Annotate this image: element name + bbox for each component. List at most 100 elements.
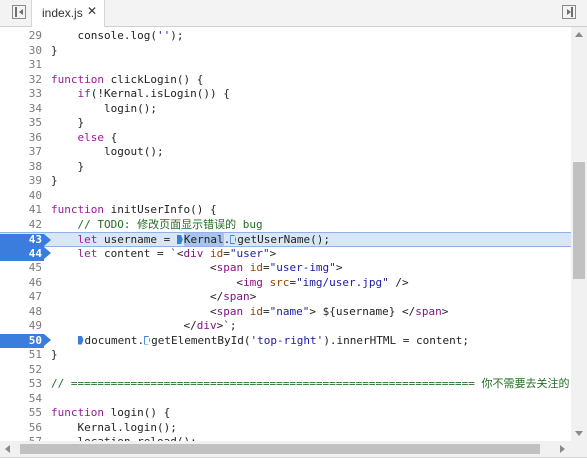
line-gutter[interactable]: 54	[0, 392, 44, 407]
code-text: function initUserInfo() {	[51, 203, 217, 216]
line-gutter[interactable]: 51	[0, 348, 44, 363]
line-gutter[interactable]: 40	[0, 189, 44, 204]
toggle-navigator-icon[interactable]	[12, 5, 26, 19]
scroll-up-arrow-icon[interactable]	[575, 32, 583, 37]
code-text: Kernal.login();	[51, 420, 177, 434]
inline-breakpoint-icon	[77, 335, 84, 345]
line-number: 42	[28, 217, 42, 231]
line-number: 30	[28, 43, 42, 57]
line-gutter[interactable]: 45	[0, 261, 44, 276]
line-gutter[interactable]: 37	[0, 145, 44, 160]
code-line[interactable]: 39}	[0, 174, 571, 189]
code-text: </span>	[51, 290, 257, 303]
line-gutter[interactable]: 48	[0, 305, 44, 320]
code-text: if(!Kernal.isLogin()) {	[77, 87, 230, 100]
line-gutter[interactable]: 53	[0, 377, 44, 392]
line-number: 54	[28, 391, 42, 405]
code-line[interactable]: 55 function login() {	[0, 406, 571, 421]
code-line[interactable]: 51}	[0, 348, 571, 363]
code-text: }	[51, 348, 58, 361]
toggle-debugger-icon[interactable]	[562, 5, 576, 19]
scroll-left-arrow-icon[interactable]	[5, 445, 10, 453]
line-gutter[interactable]: 38	[0, 160, 44, 175]
line-gutter[interactable]: 32	[0, 73, 44, 88]
code-text: function login() {	[51, 406, 171, 419]
code-line[interactable]: 45 <span id="user-img">	[0, 261, 571, 276]
close-icon[interactable]: ✕	[87, 4, 97, 18]
line-number: 56	[28, 420, 42, 434]
code-line[interactable]: 54	[0, 392, 571, 407]
code-line[interactable]: 52	[0, 363, 571, 378]
code-line[interactable]: 47 </span>	[0, 290, 571, 305]
line-gutter[interactable]: 35	[0, 116, 44, 131]
line-gutter[interactable]: 43	[0, 233, 51, 248]
line-gutter[interactable]: 52	[0, 363, 44, 378]
code-line[interactable]: 44 let content = `<div id="user">	[0, 247, 571, 262]
code-line[interactable]: 38 }	[0, 160, 571, 175]
line-number: 51	[28, 348, 42, 361]
code-line[interactable]: 40	[0, 189, 571, 204]
line-number: 49	[28, 319, 42, 332]
tab-index-js[interactable]: index.js ✕	[31, 0, 105, 27]
code-line[interactable]: 50 document. getElementById('top-right').…	[0, 334, 571, 349]
code-line[interactable]: 34 login();	[0, 102, 571, 117]
code-line[interactable]: 56 Kernal.login();	[0, 421, 571, 436]
horizontal-scroll-thumb[interactable]	[20, 444, 540, 454]
code-line[interactable]: 43 let username = Kernal. getUserName();	[0, 232, 571, 247]
code-line[interactable]: 36 else {	[0, 131, 571, 146]
code-text: document. getElementById('top-right').inn…	[51, 334, 469, 349]
line-number: 41	[28, 203, 42, 216]
code-editor[interactable]: 29 console.log(''); 30} 31 32 function click…	[0, 27, 571, 441]
code-line[interactable]: 53 // ===================================…	[0, 377, 571, 392]
code-line[interactable]: 49 </div>`;	[0, 319, 571, 334]
code-text: <img src="img/user.jpg" />	[51, 275, 409, 289]
line-gutter[interactable]: 50	[0, 333, 51, 349]
vertical-scrollbar[interactable]	[571, 27, 587, 441]
line-gutter[interactable]: 49	[0, 319, 44, 334]
vertical-scroll-thumb[interactable]	[573, 162, 585, 279]
code-line[interactable]: 31	[0, 58, 571, 73]
line-gutter[interactable]: 42	[0, 218, 44, 233]
inline-breakpoint-icon	[230, 235, 237, 244]
code-line[interactable]: 33 if(!Kernal.isLogin()) {	[0, 87, 571, 102]
line-gutter[interactable]: 55	[0, 406, 44, 421]
code-line[interactable]: 30}	[0, 44, 571, 59]
line-number: 53	[28, 377, 42, 390]
code-line[interactable]: 29 console.log('');	[0, 29, 571, 44]
line-gutter[interactable]: 41	[0, 203, 44, 218]
line-gutter[interactable]: 31	[0, 58, 44, 73]
line-number: 50	[28, 333, 42, 347]
line-number: 39	[28, 174, 42, 187]
code-text: }	[51, 159, 85, 173]
code-line[interactable]: 32 function clickLogin() {	[0, 73, 571, 88]
scroll-right-arrow-icon[interactable]	[560, 445, 565, 453]
code-line[interactable]: 35 }	[0, 116, 571, 131]
horizontal-scrollbar[interactable]	[0, 441, 587, 457]
code-text: }	[51, 116, 85, 129]
line-gutter[interactable]: 29	[0, 29, 44, 44]
line-gutter[interactable]: 47	[0, 290, 44, 305]
code-text: console.log('');	[51, 29, 184, 42]
line-gutter[interactable]: 33	[0, 87, 44, 102]
line-gutter[interactable]: 44	[0, 246, 51, 262]
inline-breakpoint-icon	[176, 235, 183, 244]
line-gutter[interactable]: 30	[0, 44, 44, 59]
code-line[interactable]: 37 logout();	[0, 145, 571, 160]
line-number: 47	[28, 290, 42, 303]
code-line[interactable]: 42 // TODO: 修改页面显示错误的 bug	[0, 218, 571, 233]
code-line[interactable]: 48 <span id="name"> ${username} </span>	[0, 305, 571, 320]
line-gutter[interactable]: 36	[0, 131, 44, 146]
line-gutter[interactable]: 46	[0, 276, 44, 291]
line-number: 45	[28, 261, 42, 274]
code-line[interactable]: 41 function initUserInfo() {	[0, 203, 571, 218]
code-text: }	[51, 174, 58, 187]
line-number: 29	[28, 29, 42, 42]
code-text: let content = `<div id="user">	[77, 246, 277, 260]
line-number: 40	[28, 188, 42, 202]
line-number: 44	[28, 246, 42, 260]
line-gutter[interactable]: 56	[0, 421, 44, 436]
scroll-down-arrow-icon[interactable]	[575, 431, 583, 436]
line-gutter[interactable]: 34	[0, 102, 44, 117]
line-gutter[interactable]: 39	[0, 174, 44, 189]
code-line[interactable]: 46 <img src="img/user.jpg" />	[0, 276, 571, 291]
